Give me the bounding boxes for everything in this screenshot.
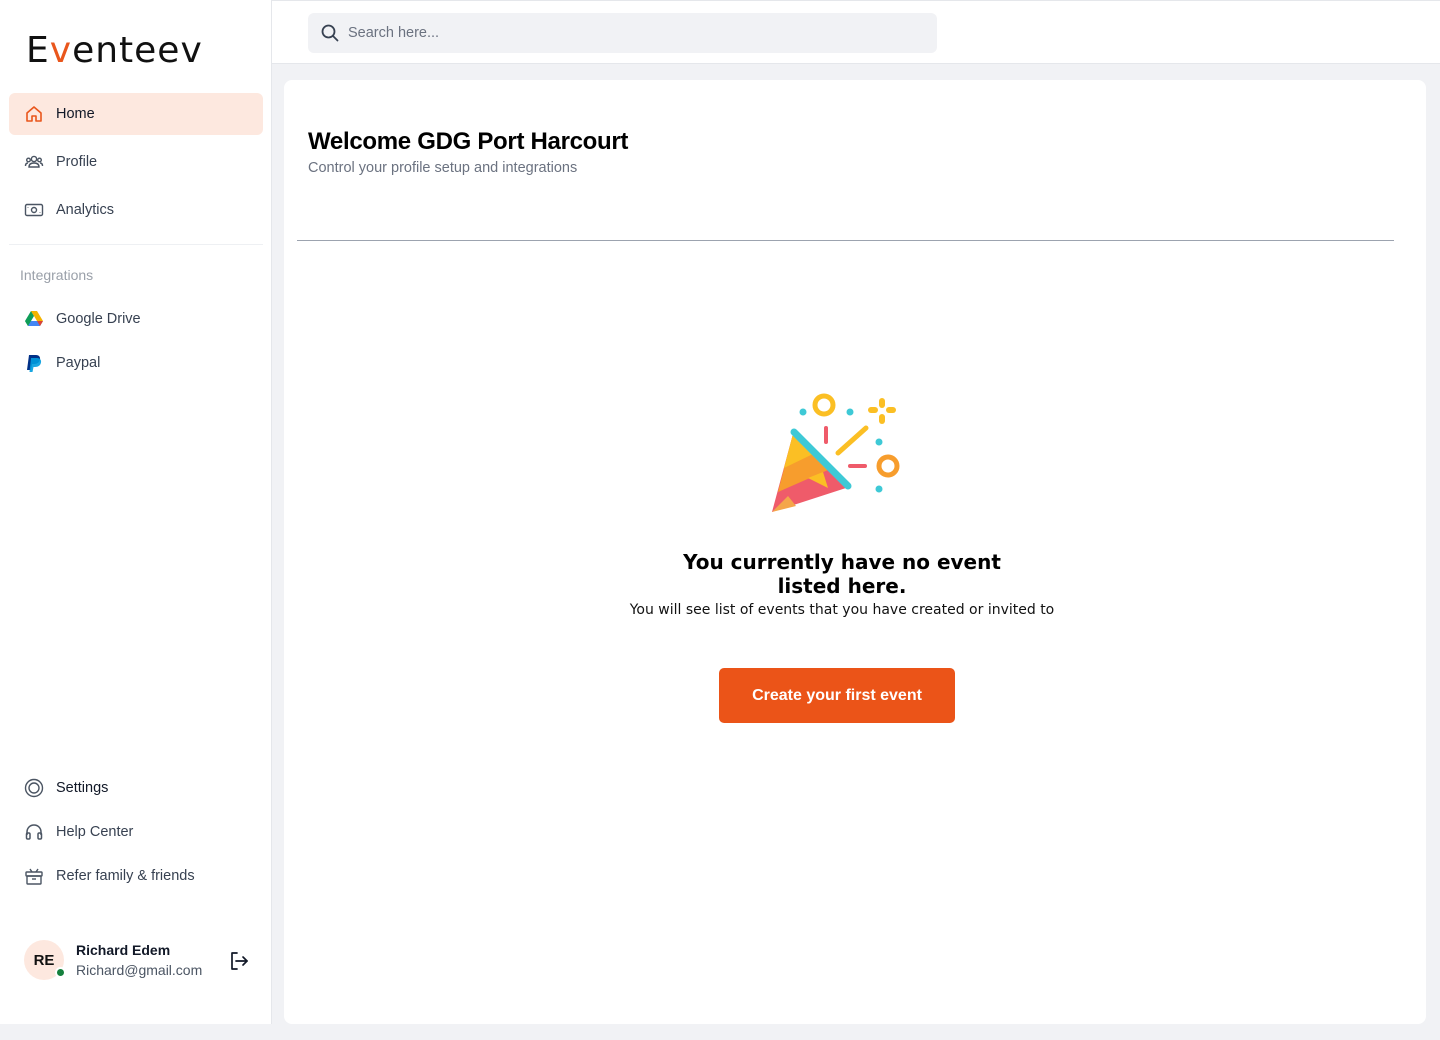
money-icon [24,200,44,220]
sidebar-item-settings[interactable]: Settings [9,767,263,809]
google-drive-icon [24,309,44,329]
sidebar-item-refer[interactable]: Refer family & friends [9,855,263,897]
search-icon [320,23,340,43]
sidebar-item-help-center[interactable]: Help Center [9,811,263,853]
content-divider [297,240,1394,241]
gift-box-icon [24,866,44,886]
empty-state-description: You will see list of events that you hav… [629,602,1055,618]
search-bar[interactable] [308,13,937,53]
main-content: Welcome GDG Port Harcourt Control your p… [284,80,1426,1024]
settings-icon [24,778,44,798]
user-name: Richard Edem [76,942,171,958]
page-subtitle: Control your profile setup and integrati… [308,160,578,176]
sidebar-item-profile[interactable]: Profile [9,141,263,183]
sidebar-item-home[interactable]: Home [9,93,263,135]
sidebar-item-label: Profile [56,154,98,170]
empty-state-title: You currently have no event listed here. [683,550,1001,598]
integrations-heading: Integrations [20,267,94,283]
party-popper-icon [768,388,908,524]
sidebar-item-paypal[interactable]: Paypal [9,342,263,384]
sidebar: Eventeev Home Profile Analytics Integrat… [0,0,272,1024]
home-icon [24,104,44,124]
paypal-icon [24,353,44,373]
sidebar-item-label: Analytics [56,202,115,218]
sidebar-item-label: Help Center [56,824,134,840]
page-title: Welcome GDG Port Harcourt [308,128,629,155]
sidebar-item-label: Home [56,106,95,122]
sidebar-item-label: Refer family & friends [56,868,195,884]
headset-icon [24,822,44,842]
create-first-event-button[interactable]: Create your first event [719,668,955,723]
sidebar-item-google-drive[interactable]: Google Drive [9,298,263,340]
user-card: RE Richard Edem Richard@gmail.com [24,938,256,982]
sidebar-item-label: Paypal [56,355,101,371]
eventeev-logo[interactable]: Eventeev [26,30,203,71]
topbar [272,0,1440,64]
logout-icon[interactable] [228,950,250,972]
sidebar-divider [9,244,263,245]
online-status-dot [55,967,66,978]
sidebar-item-analytics[interactable]: Analytics [9,189,263,231]
sidebar-item-label: Google Drive [56,311,141,327]
user-email: Richard@gmail.com [76,962,203,978]
search-input[interactable] [348,25,908,41]
sidebar-item-label: Settings [56,780,109,796]
users-icon [24,152,44,172]
